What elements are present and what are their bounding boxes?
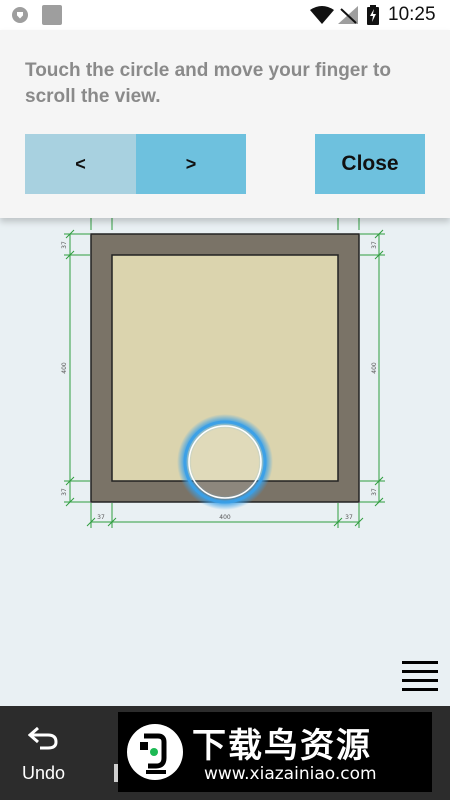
tutorial-panel: Touch the circle and move your finger to… (0, 30, 450, 218)
dim-right-mid-label: 400 (371, 362, 378, 374)
watermark-url: www.xiazainiao.com (204, 764, 377, 784)
undo-arrow-icon (28, 726, 58, 750)
watermark-text: 下载鸟资源 (192, 726, 372, 766)
battery-charging-icon (367, 5, 379, 25)
close-button[interactable]: Close (315, 134, 425, 194)
bird-logo-icon (127, 724, 183, 780)
dim-bottom-left-label: 37 (97, 514, 105, 521)
clock: 10:25 (388, 4, 436, 25)
shield-icon (12, 7, 28, 23)
menu-icon[interactable] (402, 660, 438, 692)
notification-square-icon (42, 5, 62, 25)
previous-button[interactable]: < (25, 134, 136, 194)
touch-scroll-circle[interactable] (177, 414, 273, 510)
wifi-icon (310, 6, 334, 24)
dim-bottom-right-label: 37 (345, 514, 353, 521)
dim-left-bottom-label: 37 (61, 488, 68, 496)
dim-left-top-label: 37 (61, 241, 68, 249)
dimension-top (90, 218, 360, 230)
dim-bottom-mid-label: 400 (219, 514, 231, 521)
next-button[interactable]: > (136, 134, 246, 194)
watermark: 下载鸟资源 www.xiazainiao.com (118, 712, 432, 792)
dim-left-mid-label: 400 (61, 362, 68, 374)
tutorial-message: Touch the circle and move your finger to… (25, 60, 391, 107)
dim-right-bottom-label: 37 (371, 488, 378, 496)
floorplan-canvas[interactable]: 37 400 37 37 400 37 37 400 37 (0, 218, 450, 706)
dim-right-top-label: 37 (371, 241, 378, 249)
floorplan-drawing: 37 400 37 37 400 37 37 400 37 (61, 218, 385, 528)
undo-button[interactable]: Undo (0, 706, 90, 800)
status-bar: 10:25 (0, 0, 450, 30)
no-signal-icon (338, 6, 358, 24)
undo-label: Undo (22, 763, 66, 783)
